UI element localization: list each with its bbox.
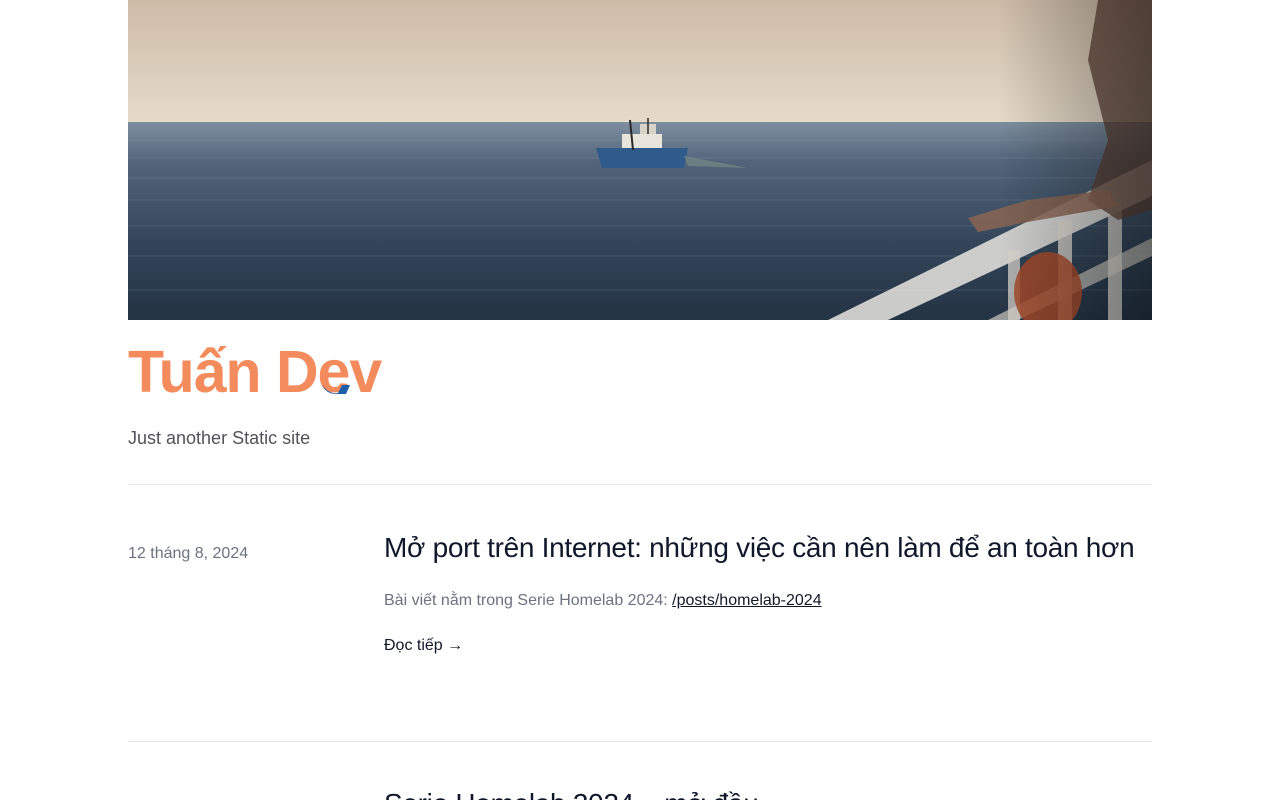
post-date: 12 tháng 8, 2024: [128, 545, 249, 562]
post-item: 12 tháng 8, 2024 Mở port trên Internet: …: [128, 532, 1152, 702]
post-title-link[interactable]: Serie Homelab 2024 – mở đầu: [384, 788, 1152, 800]
content-container: Tuấn Dev Just another Static site 12 thá…: [128, 0, 1152, 800]
site-title-text: Tuấn Dev: [128, 339, 382, 405]
post-body: Mở port trên Internet: những việc cần nê…: [384, 532, 1152, 657]
post-divider: [128, 741, 1152, 742]
post-excerpt-link[interactable]: /posts/homelab-2024: [672, 592, 821, 609]
post-excerpt: Bài viết nằm trong Serie Homelab 2024: /…: [384, 590, 1152, 612]
post-excerpt-text: Bài viết nằm trong Serie Homelab 2024:: [384, 592, 673, 609]
read-more-link[interactable]: Đọc tiếp →: [384, 635, 463, 657]
post-title-link[interactable]: Mở port trên Internet: những việc cần nê…: [384, 532, 1152, 564]
post-body: Serie Homelab 2024 – mở đầu: [384, 788, 1152, 800]
site-title[interactable]: Tuấn Dev: [128, 337, 382, 407]
hero-ocean-illustration: [128, 0, 1152, 320]
post-item: Serie Homelab 2024 – mở đầu: [128, 788, 1152, 800]
header-divider: [128, 484, 1152, 485]
blog-page: Tuấn Dev Just another Static site 12 thá…: [0, 0, 1280, 800]
hero-image: [128, 0, 1152, 320]
site-tagline: Just another Static site: [128, 428, 311, 448]
